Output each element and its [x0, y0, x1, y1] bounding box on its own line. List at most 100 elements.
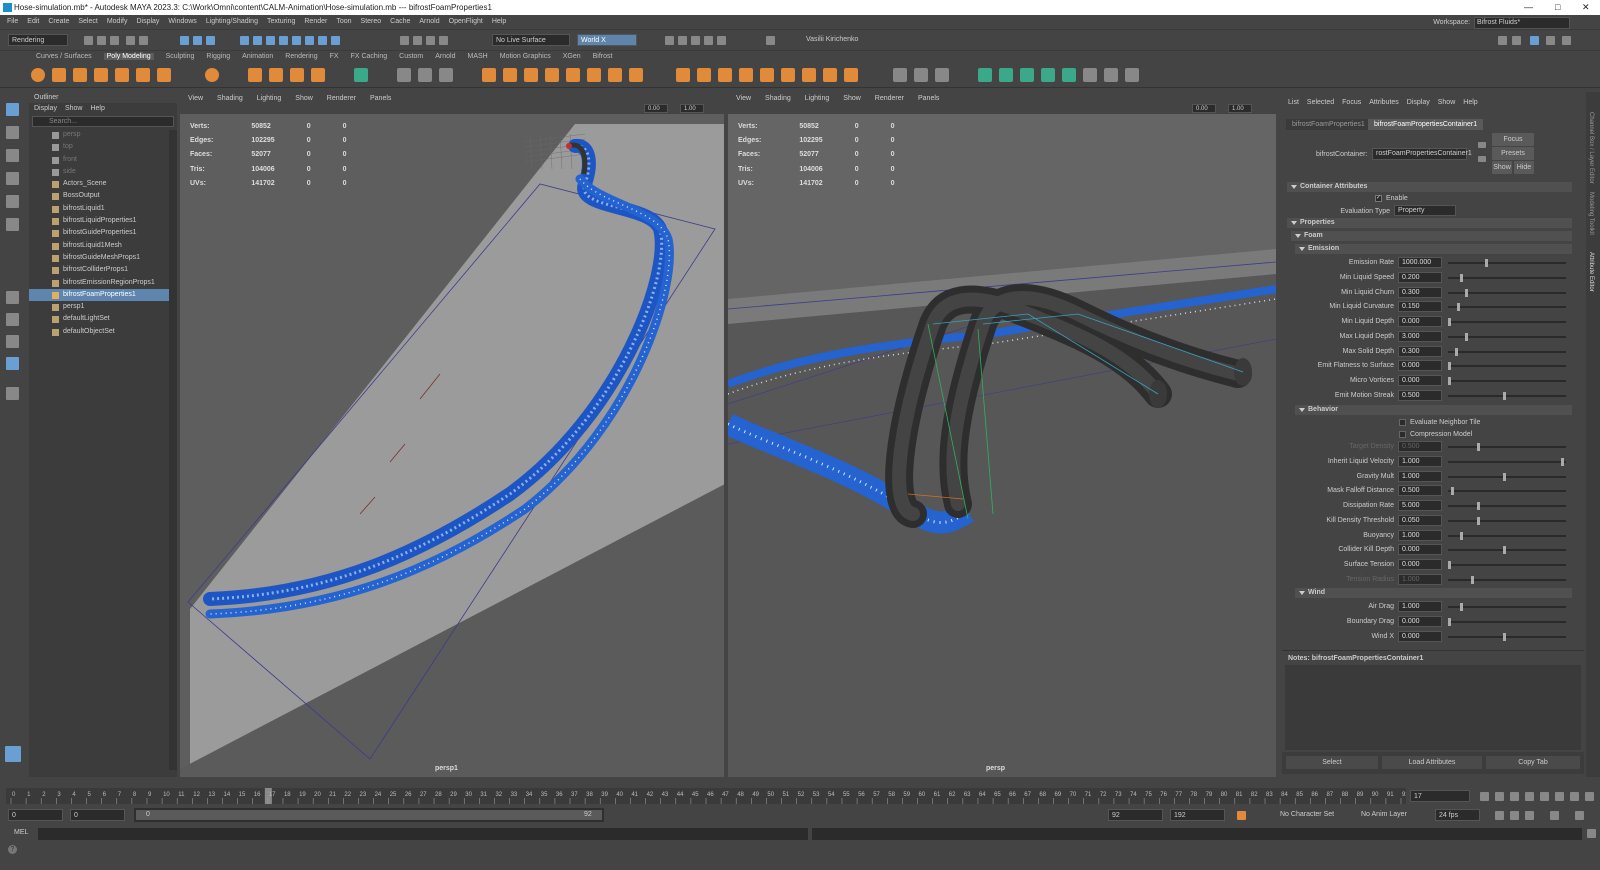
snap-surface-icon[interactable] — [292, 36, 301, 45]
playback-options-icon[interactable] — [1575, 811, 1584, 820]
attr-slider-handle[interactable] — [1459, 273, 1463, 282]
attr-slider[interactable] — [1448, 273, 1566, 282]
outliner-item[interactable]: bifrostLiquid1Mesh — [29, 240, 177, 252]
attr-slider-handle[interactable] — [1503, 391, 1507, 400]
attr-slider-handle[interactable] — [1471, 575, 1474, 584]
new-scene-icon[interactable] — [84, 36, 93, 45]
attr-value-field[interactable]: 0.500 — [1398, 485, 1442, 497]
multi-cut-icon[interactable] — [823, 68, 837, 82]
attribute-editor-toggle-icon[interactable] — [1530, 36, 1539, 45]
smooth-icon[interactable] — [439, 68, 453, 82]
spherical-mapping-icon[interactable] — [1020, 68, 1034, 82]
menu-openflight[interactable]: OpenFlight — [449, 18, 483, 25]
bevel-icon[interactable] — [697, 68, 711, 82]
shelf-tab-rigging[interactable]: Rigging — [206, 53, 230, 60]
close-icon[interactable]: ✕ — [1582, 0, 1590, 15]
render-settings-icon[interactable] — [439, 36, 448, 45]
outliner-search-input[interactable]: Search... — [32, 116, 174, 127]
attr-value-field[interactable]: 0.000 — [1398, 615, 1442, 627]
attr-menu-attributes[interactable]: Attributes — [1369, 99, 1399, 106]
attr-slider-handle[interactable] — [1503, 546, 1507, 555]
vp-right-exposure-field[interactable]: 0.00 — [1192, 104, 1216, 113]
poly-cone-icon[interactable] — [94, 68, 108, 82]
cut-uv-icon[interactable] — [1104, 68, 1118, 82]
live-surface-field[interactable]: No Live Surface — [492, 34, 570, 46]
attr-slider[interactable] — [1448, 487, 1566, 496]
render-setup-icon[interactable] — [691, 36, 700, 45]
minimize-icon[interactable]: — — [1524, 0, 1533, 15]
vp-left-menu-shading[interactable]: Shading — [217, 95, 243, 102]
attr-slider-handle[interactable] — [1451, 487, 1455, 496]
attr-menu-selected[interactable]: Selected — [1307, 99, 1334, 106]
insert-edge-loop-icon[interactable] — [781, 68, 795, 82]
menuset-dropdown[interactable]: Rendering — [8, 34, 68, 46]
attr-slider[interactable] — [1448, 362, 1566, 371]
eval-type-dropdown[interactable]: Property — [1394, 205, 1456, 216]
attr-slider[interactable] — [1448, 443, 1566, 451]
attr-slider-handle[interactable] — [1476, 516, 1480, 525]
menu-windows[interactable]: Windows — [168, 18, 196, 25]
outliner-item[interactable]: bifrostColliderProps1 — [29, 264, 177, 276]
maya-home-icon[interactable] — [5, 746, 21, 762]
attr-menu-list[interactable]: List — [1288, 99, 1299, 106]
viewport-right[interactable]: View Shading Lighting Show Renderer Panels 0.… — [728, 92, 1276, 777]
unfold-icon[interactable] — [1062, 68, 1076, 82]
construction-history-icon[interactable] — [400, 36, 409, 45]
mirror-icon[interactable] — [545, 68, 559, 82]
attr-value-field[interactable]: 0.500 — [1398, 389, 1442, 401]
command-language-label[interactable]: MEL — [14, 829, 28, 836]
attr-value-field[interactable]: 0.050 — [1398, 514, 1442, 526]
bridge-icon[interactable] — [629, 68, 643, 82]
combine-icon[interactable] — [397, 68, 411, 82]
shelf-tab-xgen[interactable]: XGen — [563, 53, 581, 60]
boolean-intersect-icon[interactable] — [524, 68, 538, 82]
checker-icon[interactable] — [1083, 68, 1097, 82]
attr-slider[interactable] — [1448, 472, 1566, 481]
step-forward-key-icon[interactable] — [1570, 792, 1579, 801]
menu-select[interactable]: Select — [78, 18, 97, 25]
attr-slider-handle[interactable] — [1448, 617, 1451, 626]
pause-render-icon[interactable] — [766, 36, 775, 45]
attr-value-field[interactable]: 0.000 — [1398, 360, 1442, 372]
attr-slider[interactable] — [1448, 377, 1566, 385]
attr-value-field[interactable]: 1.000 — [1398, 573, 1442, 585]
layout-icon[interactable] — [1512, 36, 1521, 45]
outliner-item[interactable]: Actors_Scene — [29, 178, 177, 190]
attr-slider-handle[interactable] — [1448, 561, 1451, 569]
copy-tab-button[interactable]: Copy Tab — [1486, 756, 1580, 769]
transform-space-field[interactable]: World X — [577, 34, 637, 46]
boolean-difference-icon[interactable] — [503, 68, 517, 82]
show-button[interactable]: Show — [1492, 161, 1512, 174]
separate-icon[interactable] — [418, 68, 432, 82]
attr-slider-handle[interactable] — [1457, 303, 1461, 312]
attr-slider-handle[interactable] — [1465, 288, 1469, 297]
super-shape-icon[interactable] — [248, 68, 262, 82]
shelf-tab-motion-graphics[interactable]: Motion Graphics — [500, 53, 551, 60]
outliner-item[interactable]: bifrostLiquid1 — [29, 203, 177, 215]
range-slider[interactable]: 0 92 — [134, 808, 604, 822]
outliner-item[interactable]: persp — [29, 129, 177, 141]
maximize-icon[interactable]: □ — [1555, 0, 1560, 15]
workspace-value[interactable]: Bifrost Fluids* — [1474, 17, 1570, 29]
poly-sphere-icon[interactable] — [31, 68, 45, 82]
ipr-render-icon[interactable] — [426, 36, 435, 45]
vp-left-menu-show[interactable]: Show — [295, 95, 313, 102]
vp-left-gamma-field[interactable]: 1.00 — [680, 104, 704, 113]
quad-draw-icon[interactable] — [893, 68, 907, 82]
loop-icon[interactable] — [1495, 811, 1504, 820]
attr-slider-handle[interactable] — [1454, 347, 1458, 356]
shelf-tab-fx[interactable]: FX — [330, 53, 339, 60]
attr-slider[interactable] — [1448, 632, 1566, 641]
planar-mapping-icon[interactable] — [978, 68, 992, 82]
time-slider[interactable]: 0 1 2 3 4 5 6 7 8 9 10 11 12 13 14 15 16 17 18 19 20 21 22 23 24… — [6, 788, 1406, 804]
attr-value-field[interactable]: 0.000 — [1398, 544, 1442, 556]
outliner-item[interactable]: bifrostFoamProperties1 — [29, 288, 177, 302]
menu-stereo[interactable]: Stereo — [361, 18, 382, 25]
attr-value-field[interactable]: 1.000 — [1398, 455, 1442, 467]
focus-in-icon[interactable] — [1478, 142, 1486, 148]
render-view-icon[interactable] — [665, 36, 674, 45]
outliner-item[interactable]: defaultLightSet — [29, 313, 177, 325]
step-back-key-icon[interactable] — [1495, 792, 1504, 801]
svg-icon[interactable] — [311, 68, 325, 82]
vp-right-menu-shading[interactable]: Shading — [765, 95, 791, 102]
